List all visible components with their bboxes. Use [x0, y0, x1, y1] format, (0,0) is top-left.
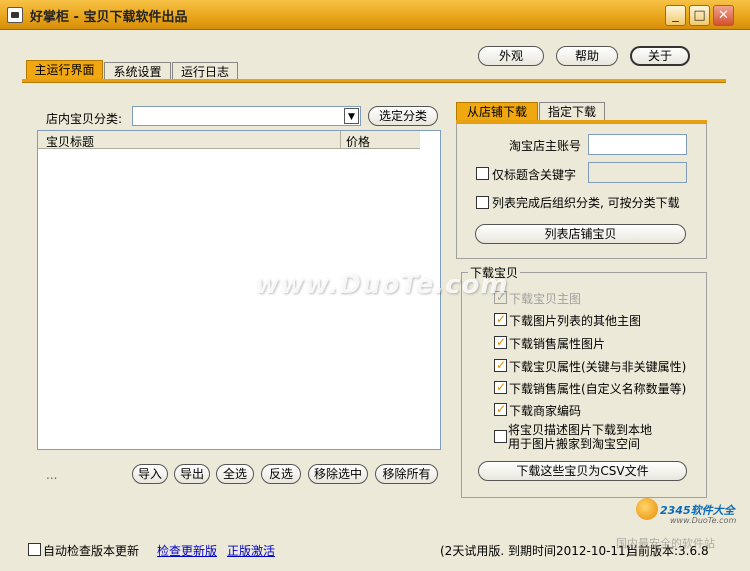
brand-logo-icon: [636, 498, 658, 520]
organize-label: 列表完成后组织分类, 可按分类下载: [492, 196, 680, 210]
corner-slogan: 国内最安全的软件站: [616, 537, 715, 550]
option-item-attributes-checkbox[interactable]: [494, 359, 507, 372]
minimize-button[interactable]: _: [665, 5, 686, 26]
shop-form-panel: 淘宝店主账号 仅标题含关键字 列表完成后组织分类, 可按分类下载 列表店铺宝贝: [456, 123, 707, 259]
about-button[interactable]: 关于: [630, 46, 690, 66]
list-shop-items-button[interactable]: 列表店铺宝贝: [475, 224, 686, 244]
remove-all-button[interactable]: 移除所有: [375, 464, 438, 484]
column-divider: [340, 131, 341, 149]
option-desc-images-line2: 用于图片搬家到淘宝空间: [508, 437, 641, 451]
column-title-header[interactable]: 宝贝标题: [46, 133, 94, 150]
option-sale-attributes-checkbox[interactable]: [494, 381, 507, 394]
watermark-text: www.DuoTe.com: [255, 270, 509, 300]
column-price-header[interactable]: 价格: [346, 133, 370, 150]
tab-main[interactable]: 主运行界面: [26, 60, 103, 81]
auto-update-checkbox[interactable]: [28, 543, 41, 556]
option-sale-attr-images-checkbox[interactable]: [494, 336, 507, 349]
option-merchant-code-label: 下载商家编码: [509, 404, 582, 418]
option-sale-attributes-label: 下载销售属性(自定义名称数量等): [509, 382, 687, 396]
account-label: 淘宝店主账号: [509, 139, 582, 153]
account-input[interactable]: [588, 134, 687, 155]
corner-site: www.DuoTe.com: [670, 516, 737, 525]
chevron-down-icon[interactable]: ▼: [344, 108, 359, 124]
check-update-link[interactable]: 检查更新版: [157, 542, 217, 559]
list-header: 宝贝标题 价格: [38, 131, 420, 149]
import-button[interactable]: 导入: [132, 464, 168, 484]
select-all-button[interactable]: 全选: [216, 464, 254, 484]
tab-specified-download[interactable]: 指定下载: [539, 102, 605, 121]
option-merchant-code-checkbox[interactable]: [494, 403, 507, 416]
app-icon: [7, 7, 23, 23]
option-desc-images-checkbox[interactable]: [494, 430, 507, 443]
keyword-label: 仅标题含关键字: [492, 168, 577, 182]
option-item-attributes-label: 下载宝贝属性(关键与非关键属性): [509, 360, 687, 374]
list-status: ...: [46, 468, 58, 482]
trial-status: (2天试用版. 到期时间2012-10-11): [440, 544, 631, 558]
keyword-checkbox[interactable]: [476, 167, 489, 180]
export-button[interactable]: 导出: [174, 464, 210, 484]
keyword-input[interactable]: [588, 162, 687, 183]
category-combo[interactable]: ▼: [132, 106, 361, 126]
window-title: 好掌柜 - 宝贝下载软件出品: [30, 10, 188, 25]
tab-shop-download[interactable]: 从店铺下载: [456, 102, 538, 121]
appearance-button[interactable]: 外观: [478, 46, 544, 66]
organize-checkbox[interactable]: [476, 196, 489, 209]
close-button[interactable]: ✕: [713, 5, 734, 26]
category-label: 店内宝贝分类:: [46, 112, 123, 126]
download-csv-button[interactable]: 下载这些宝贝为CSV文件: [478, 461, 687, 481]
option-other-images-label: 下载图片列表的其他主图: [509, 314, 642, 328]
activate-link[interactable]: 正版激活: [227, 542, 275, 559]
maximize-button[interactable]: □: [689, 5, 710, 26]
remove-selected-button[interactable]: 移除选中: [308, 464, 368, 484]
select-category-button[interactable]: 选定分类: [368, 106, 438, 126]
auto-update-label: 自动检查版本更新: [43, 544, 140, 558]
tab-underline: [22, 79, 726, 83]
option-sale-attr-images-label: 下载销售属性图片: [509, 337, 606, 351]
invert-selection-button[interactable]: 反选: [261, 464, 301, 484]
option-other-images-checkbox[interactable]: [494, 313, 507, 326]
option-main-image-label: 下载宝贝主图: [509, 292, 582, 306]
help-button[interactable]: 帮助: [556, 46, 618, 66]
